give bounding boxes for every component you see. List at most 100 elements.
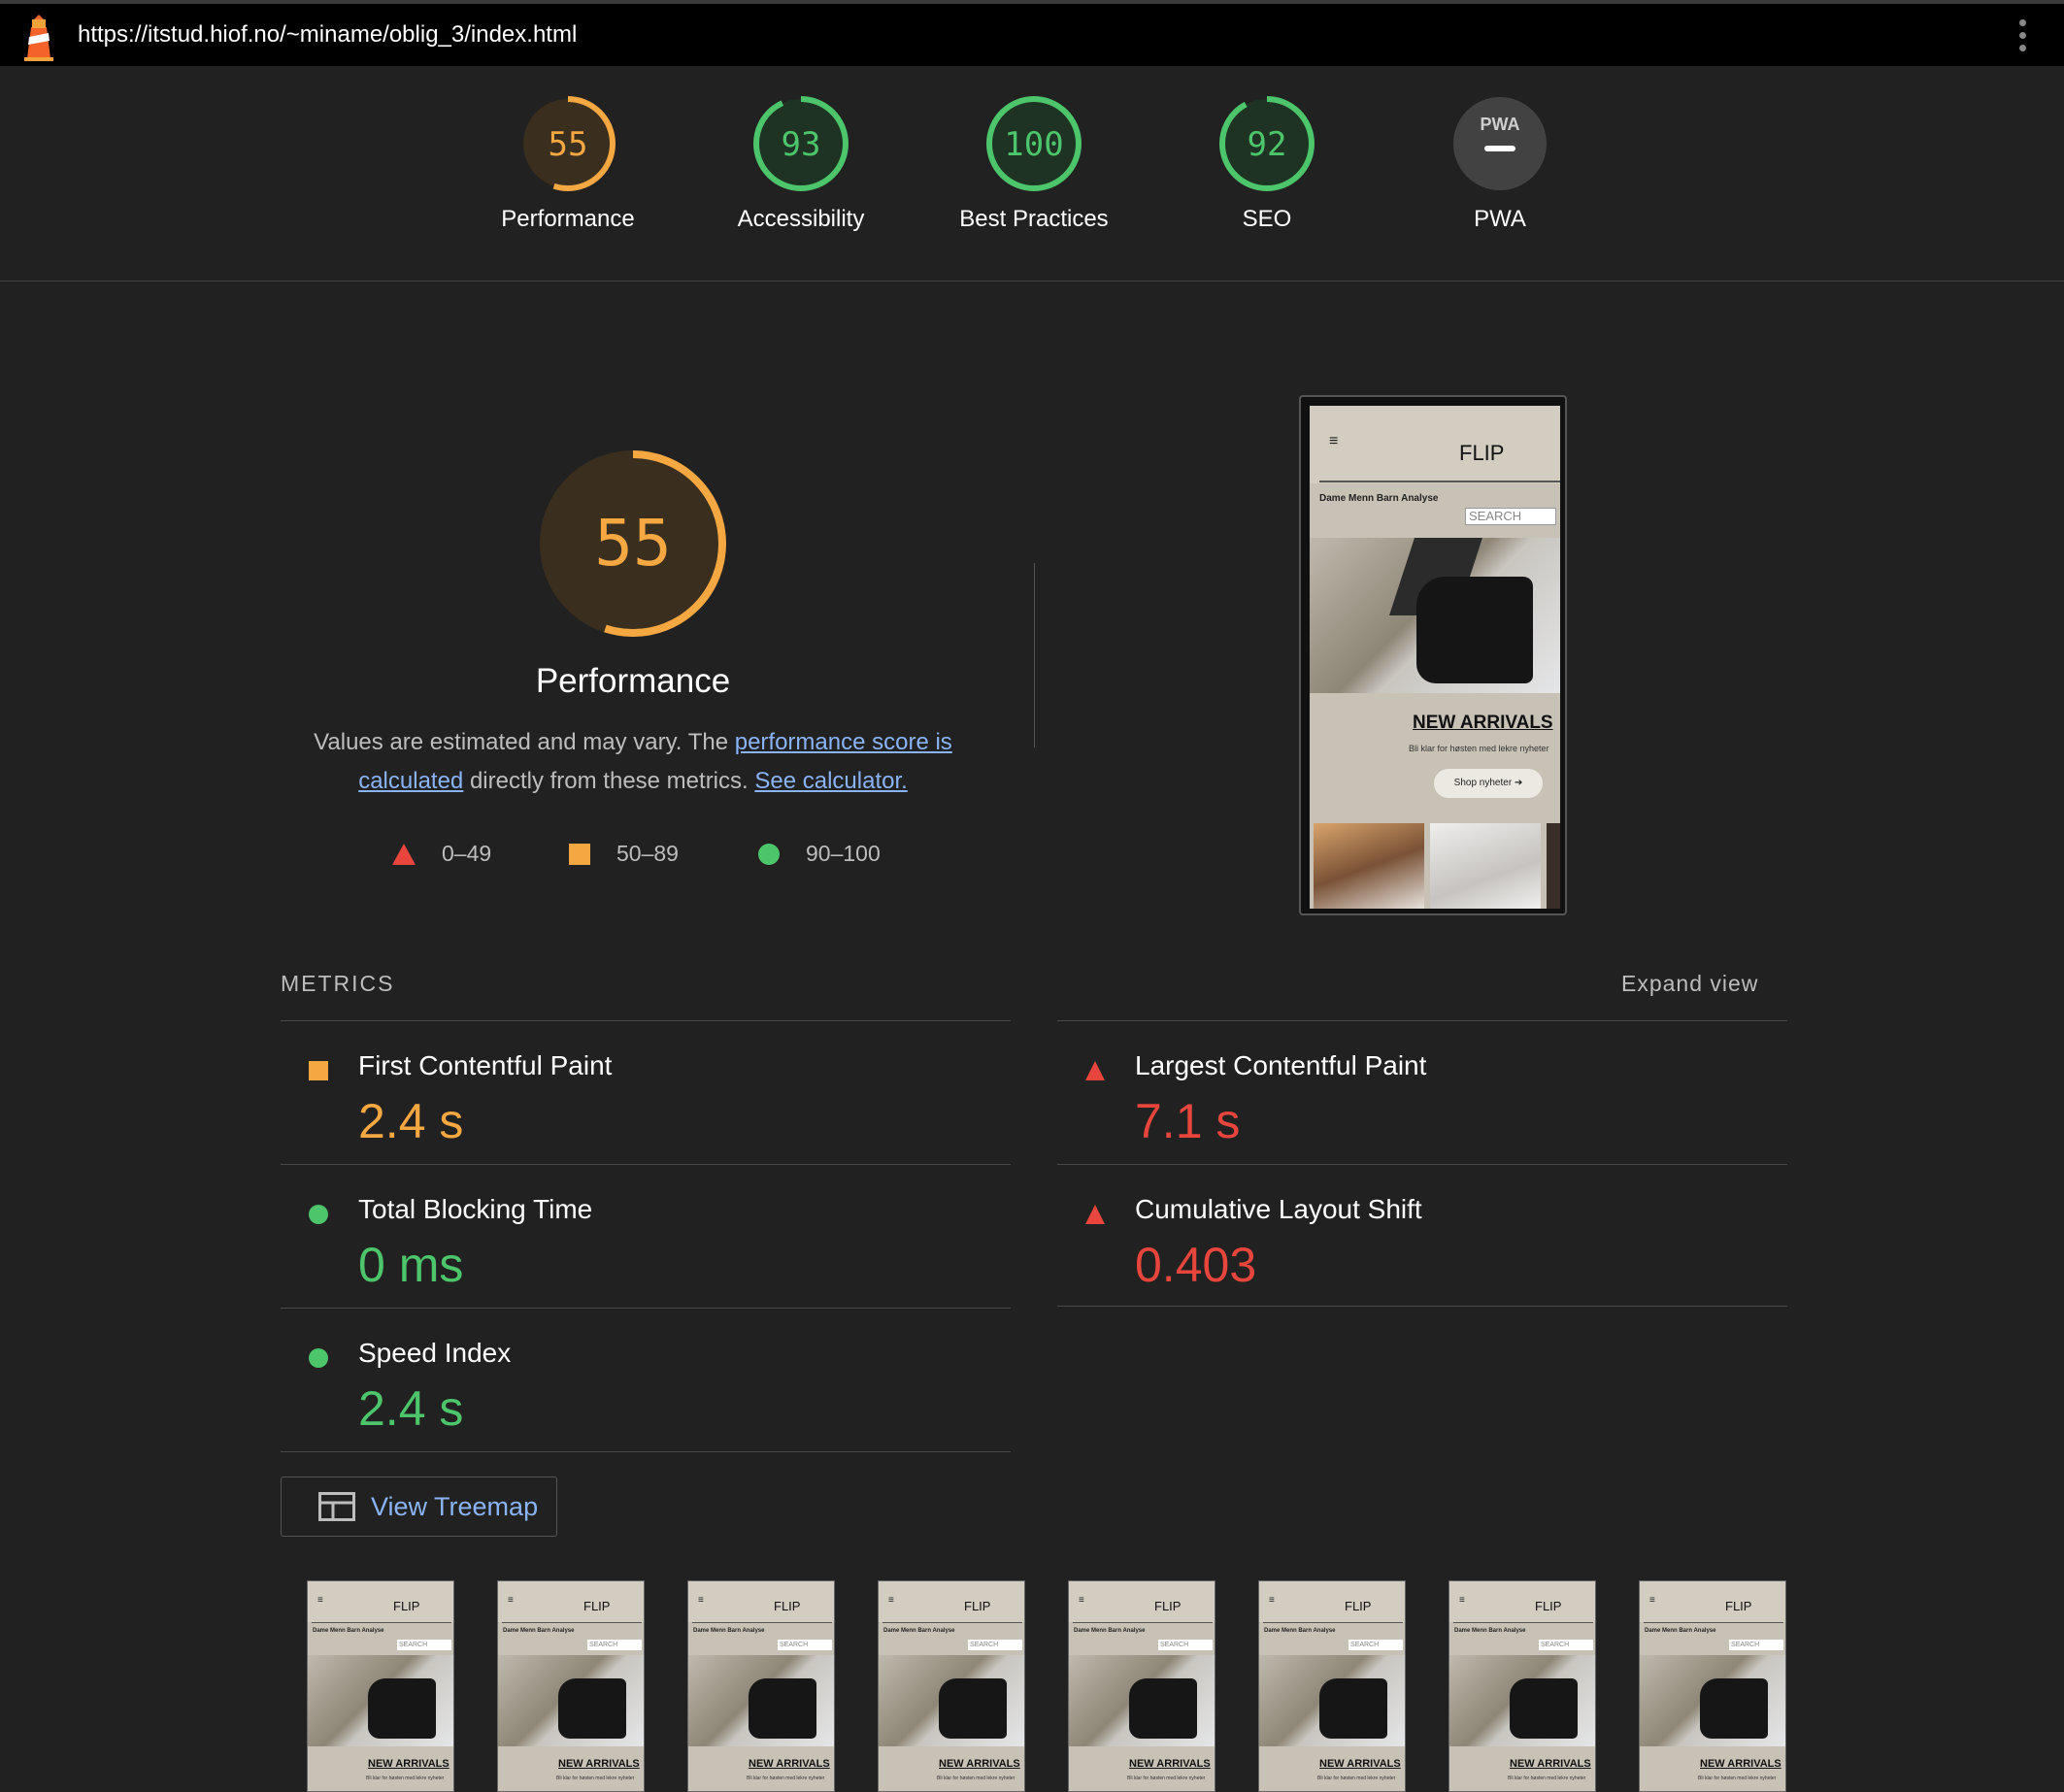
- score-legend: 0–49 50–89 90–100: [0, 841, 2064, 870]
- expand-view-toggle[interactable]: Expand view: [1621, 971, 1758, 997]
- metric-lcp: Largest Contentful Paint 7.1 s: [1057, 1031, 1776, 1167]
- treemap-label: View Treemap: [371, 1491, 539, 1521]
- frame-search: SEARCH: [1729, 1640, 1783, 1650]
- circle-icon: [309, 1348, 328, 1368]
- metric-speed-index: Speed Index 2.4 s: [281, 1318, 999, 1454]
- legend-range: 0–49: [442, 841, 492, 866]
- frame-divider: [502, 1622, 642, 1623]
- hamburger-menu-icon: ≡: [1269, 1595, 1275, 1606]
- legend-average: 50–89: [568, 841, 679, 867]
- metric-fcp: First Contentful Paint 2.4 s: [281, 1031, 999, 1167]
- hamburger-menu-icon: ≡: [1459, 1595, 1465, 1606]
- frame-logo: FLIP: [1535, 1599, 1562, 1613]
- final-screenshot-content: ≡ FLIP Dame Menn Barn Analyse SEARCH NEW…: [1310, 406, 1560, 909]
- section-divider: [1034, 563, 1035, 747]
- triangle-icon: [392, 843, 416, 865]
- triangle-icon: [1085, 1205, 1105, 1224]
- hamburger-menu-icon: ≡: [888, 1595, 894, 1606]
- metric-value: 2.4 s: [358, 1381, 464, 1436]
- divider: [281, 1308, 1011, 1309]
- lighthouse-icon: [24, 15, 53, 61]
- frame-logo: FLIP: [774, 1599, 801, 1613]
- frame-subtext: Bli klar for høsten med lekre nyheter: [1127, 1775, 1206, 1781]
- final-screenshot[interactable]: ≡ FLIP Dame Menn Barn Analyse SEARCH NEW…: [1299, 395, 1567, 915]
- page-url[interactable]: https://itstud.hiof.no/~miname/oblig_3/i…: [78, 21, 577, 49]
- frame-heading: NEW ARRIVALS: [749, 1758, 830, 1770]
- frame-hero-image: [1259, 1655, 1405, 1746]
- gauge-label: Performance: [501, 206, 635, 232]
- report-topbar: https://itstud.hiof.no/~miname/oblig_3/i…: [0, 0, 2064, 66]
- score-gauge-ring: 100: [986, 96, 1082, 191]
- filmstrip-frame: ≡ FLIP Dame Menn Barn Analyse SEARCH NEW ARR…: [1068, 1580, 1215, 1792]
- frame-heading: NEW ARRIVALS: [368, 1758, 449, 1770]
- mini-product-grid: [1310, 823, 1560, 909]
- frame-logo: FLIP: [583, 1599, 611, 1613]
- score-gauge-ring: 55: [520, 96, 616, 191]
- legend-fail: 0–49: [391, 841, 491, 867]
- frame-nav: Dame Menn Barn Analyse: [1264, 1628, 1336, 1634]
- frame-nav: Dame Menn Barn Analyse: [313, 1628, 384, 1634]
- frame-nav: Dame Menn Barn Analyse: [1454, 1628, 1526, 1634]
- mini-divider: [1319, 481, 1560, 482]
- frame-hero-image: [498, 1655, 644, 1746]
- gauge-seo[interactable]: 92 SEO: [1150, 95, 1383, 233]
- frame-logo: FLIP: [964, 1599, 991, 1613]
- view-treemap-button[interactable]: View Treemap: [281, 1477, 557, 1537]
- frame-logo: FLIP: [1154, 1599, 1182, 1613]
- legend-pass: 90–100: [757, 841, 881, 867]
- frame-divider: [1263, 1622, 1403, 1623]
- metric-value: 0.403: [1135, 1238, 1257, 1292]
- treemap-icon: [318, 1492, 355, 1521]
- gauge-label: PWA: [1474, 206, 1526, 232]
- circle-icon: [309, 1205, 328, 1224]
- filmstrip-frame: ≡ FLIP Dame Menn Barn Analyse SEARCH NEW ARR…: [1448, 1580, 1596, 1792]
- svg-text:55: 55: [549, 125, 588, 164]
- divider: [1057, 1164, 1787, 1165]
- frame-search: SEARCH: [778, 1640, 832, 1650]
- mini-search: SEARCH: [1465, 508, 1556, 525]
- square-icon: [569, 843, 590, 865]
- metric-value: 2.4 s: [358, 1094, 464, 1148]
- frame-nav: Dame Menn Barn Analyse: [693, 1628, 765, 1634]
- frame-subtext: Bli klar for høsten med lekre nyheter: [937, 1775, 1015, 1781]
- see-calculator-link[interactable]: See calculator.: [754, 768, 907, 794]
- frame-subtext: Bli klar for høsten med lekre nyheter: [556, 1775, 635, 1781]
- frame-hero-image: [1069, 1655, 1215, 1746]
- gauge-pwa[interactable]: PWA PWA: [1383, 95, 1616, 233]
- frame-nav: Dame Menn Barn Analyse: [1074, 1628, 1146, 1634]
- metric-name: Speed Index: [358, 1338, 512, 1368]
- performance-title: Performance: [535, 662, 731, 700]
- frame-divider: [882, 1622, 1022, 1623]
- score-gauges-bar: 55 Performance 93 Accessibility 100 Best…: [0, 66, 2064, 282]
- performance-description: Values are estimated and may vary. The p…: [291, 723, 975, 801]
- divider: [281, 1164, 1011, 1165]
- more-vert-icon[interactable]: [2019, 19, 2029, 58]
- legend-range: 50–89: [616, 841, 679, 866]
- desc-text: Values are estimated and may vary. The: [314, 729, 735, 755]
- frame-hero-image: [1449, 1655, 1595, 1746]
- divider: [1057, 1306, 1787, 1307]
- frame-divider: [1644, 1622, 1783, 1623]
- gauge-performance[interactable]: 55 Performance: [451, 95, 684, 233]
- mini-shop-button: Shop nyheter ➔: [1434, 769, 1543, 798]
- frame-search: SEARCH: [968, 1640, 1022, 1650]
- divider: [281, 1451, 1011, 1452]
- square-icon: [309, 1061, 328, 1080]
- frame-subtext: Bli klar for høsten med lekre nyheter: [1698, 1775, 1777, 1781]
- frame-subtext: Bli klar for høsten med lekre nyheter: [366, 1775, 445, 1781]
- mini-hero-image: [1310, 538, 1560, 693]
- hamburger-menu-icon: ≡: [1079, 1595, 1084, 1606]
- frame-logo: FLIP: [1345, 1599, 1372, 1613]
- triangle-icon: [1085, 1061, 1105, 1080]
- frame-heading: NEW ARRIVALS: [1319, 1758, 1401, 1770]
- mini-nav: Dame Menn Barn Analyse: [1319, 493, 1439, 504]
- frame-heading: NEW ARRIVALS: [1129, 1758, 1211, 1770]
- gauge-label: Best Practices: [959, 206, 1109, 232]
- gauge-best-practices[interactable]: 100 Best Practices: [917, 95, 1150, 233]
- metric-name: Total Blocking Time: [358, 1194, 593, 1224]
- metric-name: Largest Contentful Paint: [1135, 1050, 1427, 1080]
- svg-text:92: 92: [1248, 125, 1287, 164]
- frame-header: [498, 1581, 644, 1622]
- gauge-label: Accessibility: [737, 206, 865, 232]
- gauge-accessibility[interactable]: 93 Accessibility: [684, 95, 917, 233]
